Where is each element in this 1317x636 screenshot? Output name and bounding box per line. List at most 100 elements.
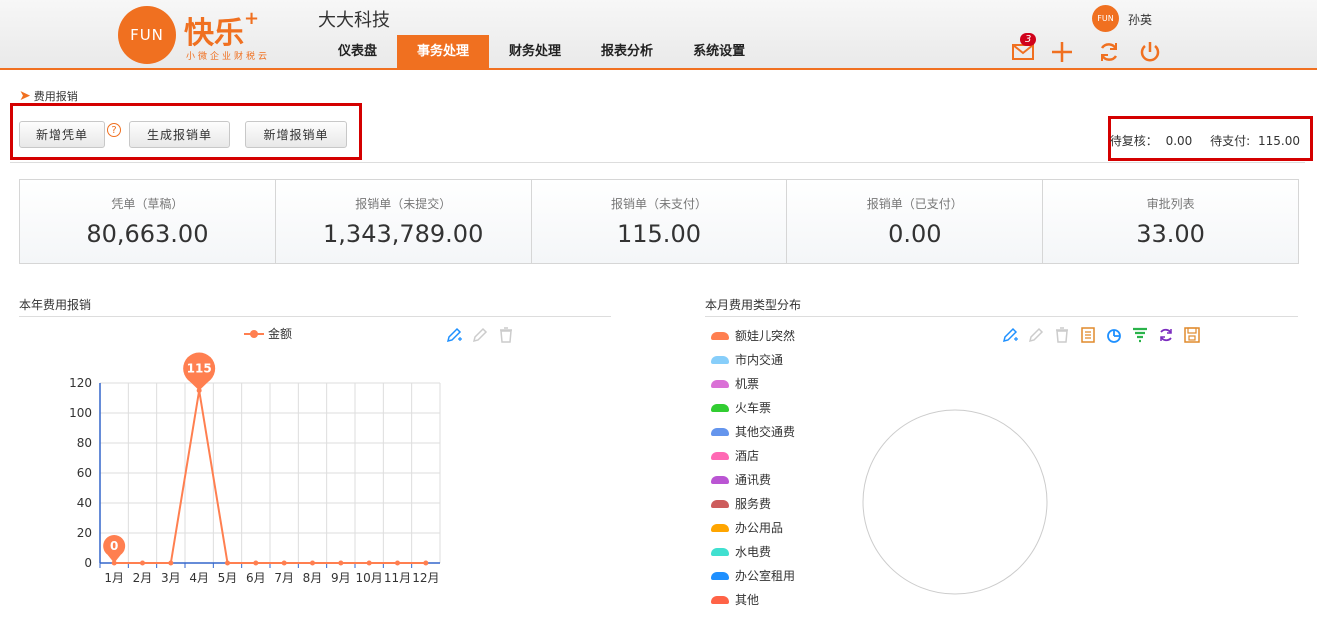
breadcrumb-label: 费用报销 xyxy=(33,90,78,103)
legend-label: 额娃儿突然 xyxy=(735,329,796,343)
stat-card-expense-paid[interactable]: 报销单（已支付） 0.00 xyxy=(787,180,1044,263)
data-point xyxy=(281,560,287,566)
nav-tab[interactable]: 仪表盘 xyxy=(318,35,397,68)
y-tick-label: 40 xyxy=(77,496,92,510)
logo-mark: FUN xyxy=(118,6,176,64)
legend-label: 水电费 xyxy=(735,545,772,559)
stat-cards: 凭单（草稿） 80,663.00 报销单（未提交） 1,343,789.00 报… xyxy=(19,179,1299,264)
stat-card-expense-unpaid[interactable]: 报销单（未支付） 115.00 xyxy=(531,180,788,263)
legend-item[interactable]: 办公室租用 xyxy=(711,567,795,584)
legend-item[interactable]: 市内交通 xyxy=(711,351,783,368)
pie-chart-icon[interactable] xyxy=(1105,326,1123,344)
logo-subtitle: 小微企业财税云 xyxy=(186,52,271,62)
legend-marker xyxy=(250,330,258,338)
pending-review-value: 0.00 xyxy=(1165,134,1193,148)
help-icon[interactable]: ? xyxy=(107,123,121,137)
data-point xyxy=(423,560,429,566)
funnel-icon[interactable] xyxy=(1131,326,1149,344)
arrow-icon: ➤ xyxy=(19,88,31,104)
generate-expense-button[interactable]: 生成报销单 xyxy=(129,121,230,148)
y-tick-label: 20 xyxy=(77,526,92,540)
legend-label: 其他交通费 xyxy=(735,425,796,439)
new-voucher-button[interactable]: 新增凭单 xyxy=(19,121,105,148)
x-tick-label: 12月 xyxy=(412,571,439,585)
x-tick-label: 8月 xyxy=(303,571,323,585)
avatar[interactable]: FUN xyxy=(1092,5,1119,32)
legend-item[interactable]: 其他交通费 xyxy=(711,423,795,440)
legend-label: 通讯费 xyxy=(735,473,772,487)
top-header: FUN 快乐+ 小微企业财税云 大大科技 仪表盘 事务处理 财务处理 报表分析 系统设置… xyxy=(0,0,1317,70)
user-name[interactable]: 孙英 xyxy=(1128,11,1152,28)
stat-value: 80,663.00 xyxy=(86,220,209,248)
plus-icon[interactable] xyxy=(1050,40,1074,64)
legend-swatch xyxy=(711,547,729,556)
legend-label: 机票 xyxy=(735,377,760,391)
save-image-icon[interactable] xyxy=(1183,326,1201,344)
eraser-icon[interactable] xyxy=(1027,326,1045,344)
legend-swatch xyxy=(711,355,729,364)
legend-label: 金额 xyxy=(268,326,292,341)
marker-label: 0 xyxy=(110,539,118,553)
x-tick-label: 3月 xyxy=(161,571,181,585)
stat-card-expense-unsubmitted[interactable]: 报销单（未提交） 1,343,789.00 xyxy=(275,180,532,263)
stat-label: 报销单（已支付） xyxy=(866,197,963,211)
divider xyxy=(19,316,611,317)
new-expense-button[interactable]: 新增报销单 xyxy=(245,121,347,148)
logo-text: 快乐+ xyxy=(184,8,260,51)
legend-swatch xyxy=(711,523,729,532)
x-tick-label: 9月 xyxy=(331,571,351,585)
y-tick-label: 80 xyxy=(77,436,92,450)
x-tick-label: 6月 xyxy=(246,571,266,585)
legend-item[interactable]: 通讯费 xyxy=(711,471,771,488)
data-point xyxy=(395,560,400,566)
nav-tab[interactable]: 报表分析 xyxy=(581,35,673,68)
restore-icon[interactable] xyxy=(1157,326,1175,344)
legend-item[interactable]: 办公用品 xyxy=(711,519,783,536)
y-tick-label: 0 xyxy=(84,556,92,570)
main-nav: 仪表盘 事务处理 财务处理 报表分析 系统设置 xyxy=(318,35,765,68)
legend-label: 办公用品 xyxy=(735,521,784,535)
legend-swatch xyxy=(711,475,729,484)
legend-swatch xyxy=(711,427,729,436)
pencil-icon[interactable] xyxy=(1001,326,1019,344)
data-view-icon[interactable] xyxy=(1079,326,1097,344)
trash-icon[interactable] xyxy=(1053,326,1071,344)
legend-swatch xyxy=(711,499,729,508)
divider xyxy=(705,316,1298,317)
x-tick-label: 2月 xyxy=(133,571,153,585)
legend-swatch xyxy=(711,571,729,580)
legend-item[interactable]: 机票 xyxy=(711,375,759,392)
legend-item[interactable]: 水电费 xyxy=(711,543,771,560)
legend-swatch xyxy=(711,331,729,340)
legend-label: 服务费 xyxy=(735,497,772,511)
pie-empty-ring xyxy=(862,409,1048,595)
data-point xyxy=(225,560,230,566)
power-icon[interactable] xyxy=(1138,40,1162,64)
legend-item[interactable]: 服务费 xyxy=(711,495,771,512)
refresh-icon[interactable] xyxy=(1097,40,1121,64)
y-tick-label: 60 xyxy=(77,466,92,480)
legend-label: 办公室租用 xyxy=(735,569,796,583)
legend-item[interactable]: 火车票 xyxy=(711,399,771,416)
nav-tab[interactable]: 财务处理 xyxy=(489,35,581,68)
stat-card-approval-list[interactable]: 审批列表 33.00 xyxy=(1043,180,1298,263)
x-tick-label: 7月 xyxy=(274,571,294,585)
nav-tab[interactable]: 事务处理 xyxy=(397,35,490,68)
pending-pay-label: 待支付: xyxy=(1210,134,1251,148)
legend-label: 酒店 xyxy=(735,449,760,463)
data-point xyxy=(253,560,259,566)
legend-swatch xyxy=(711,379,729,388)
legend-item[interactable]: 酒店 xyxy=(711,447,759,464)
stat-card-voucher-draft[interactable]: 凭单（草稿） 80,663.00 xyxy=(20,180,276,263)
legend-label: 市内交通 xyxy=(735,353,784,367)
legend-item[interactable]: 额娃儿突然 xyxy=(711,327,795,344)
legend-item[interactable]: 其他 xyxy=(711,591,759,608)
pending-summary: 待复核： 0.00 待支付: 115.00 xyxy=(1096,132,1300,149)
company-name: 大大科技 xyxy=(318,10,390,31)
legend-label: 其他 xyxy=(735,593,760,607)
nav-tab[interactable]: 系统设置 xyxy=(673,35,765,68)
pending-pay-value: 115.00 xyxy=(1258,134,1300,148)
stat-label: 凭单（草稿） xyxy=(111,197,184,211)
divider xyxy=(10,162,1305,163)
data-point xyxy=(366,560,372,566)
